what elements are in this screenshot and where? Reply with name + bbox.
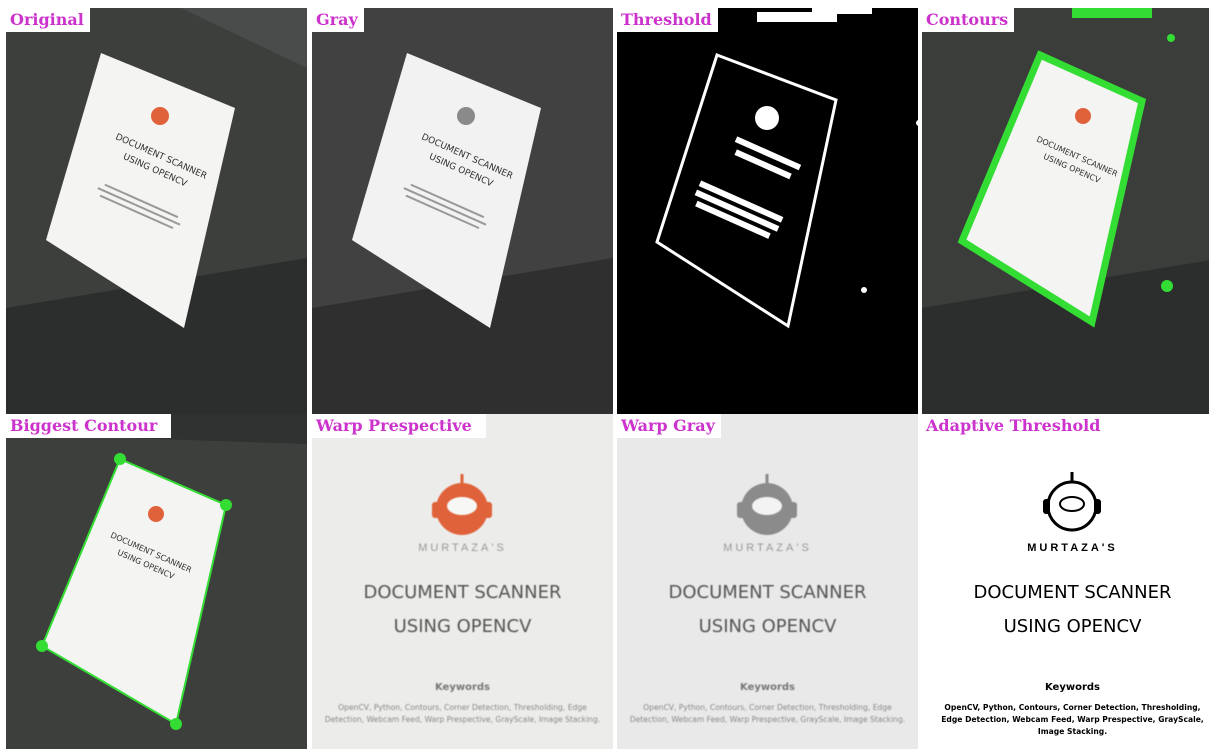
adaptive-title-line2: USING OPENCV: [1003, 616, 1142, 637]
contours-scene: DOCUMENT SCANNER USING OPENCV: [922, 8, 1209, 414]
panel-biggest-contour: DOCUMENT SCANNER USING OPENCV Biggest Co…: [6, 414, 307, 749]
adaptive-title-line1: DOCUMENT SCANNER: [973, 582, 1172, 603]
original-scene: DOCUMENT SCANNER USING OPENCV: [6, 8, 307, 414]
warp-keywords-text: OpenCV, Python, Contours, Corner Detecti…: [324, 703, 601, 724]
adaptive-keywords-text: OpenCV, Python, Contours, Corner Detecti…: [941, 703, 1204, 736]
warp-gray-keywords-text: OpenCV, Python, Contours, Corner Detecti…: [629, 703, 906, 724]
panel-label-original: Original: [6, 8, 90, 32]
warp-brand: MURTAZA'S: [418, 542, 507, 554]
warp-gray-document: MURTAZA'S DOCUMENT SCANNER USING OPENCV …: [617, 414, 918, 749]
panel-contours: DOCUMENT SCANNER USING OPENCV Contours: [922, 8, 1209, 414]
warp-keywords-heading: Keywords: [434, 682, 491, 693]
warp-prespective-document: MURTAZA'S DOCUMENT SCANNER USING OPENCV …: [312, 414, 613, 749]
warp-gray-title-line1: DOCUMENT SCANNER: [668, 582, 867, 603]
adaptive-keywords-heading: Keywords: [1044, 682, 1101, 693]
warp-gray-title-line2: USING OPENCV: [698, 616, 837, 637]
panel-threshold: Threshold: [617, 8, 918, 414]
adaptive-brand: MURTAZA'S: [1027, 542, 1118, 554]
panel-original: DOCUMENT SCANNER USING OPENCV Original: [6, 8, 307, 414]
warp-gray-brand: MURTAZA'S: [723, 542, 812, 554]
warp-title-line2: USING OPENCV: [393, 616, 532, 637]
panel-gray: DOCUMENT SCANNER USING OPENCV Gray: [312, 8, 613, 414]
image-stack-grid: DOCUMENT SCANNER USING OPENCV Original D…: [6, 8, 1209, 749]
panel-label-warp-gray: Warp Gray: [617, 414, 721, 438]
warp-gray-keywords-heading: Keywords: [739, 682, 796, 693]
biggest-contour-scene: DOCUMENT SCANNER USING OPENCV: [6, 414, 307, 749]
adaptive-threshold-document: MURTAZA'S DOCUMENT SCANNER USING OPENCV …: [922, 414, 1209, 749]
panel-label-gray: Gray: [312, 8, 364, 32]
gray-scene: DOCUMENT SCANNER USING OPENCV: [312, 8, 613, 414]
panel-adaptive-threshold: MURTAZA'S DOCUMENT SCANNER USING OPENCV …: [922, 414, 1209, 749]
warp-title-line1: DOCUMENT SCANNER: [363, 582, 562, 603]
panel-label-warp-prespective: Warp Prespective: [312, 414, 486, 438]
panel-label-contours: Contours: [922, 8, 1015, 32]
panel-label-adaptive-threshold: Adaptive Threshold: [922, 414, 1115, 438]
panel-warp-gray: MURTAZA'S DOCUMENT SCANNER USING OPENCV …: [617, 414, 918, 749]
panel-warp-prespective: MURTAZA'S DOCUMENT SCANNER USING OPENCV …: [312, 414, 613, 749]
panel-label-biggest-contour: Biggest Contour: [6, 414, 172, 438]
threshold-scene: [617, 8, 918, 414]
panel-label-threshold: Threshold: [617, 8, 718, 32]
